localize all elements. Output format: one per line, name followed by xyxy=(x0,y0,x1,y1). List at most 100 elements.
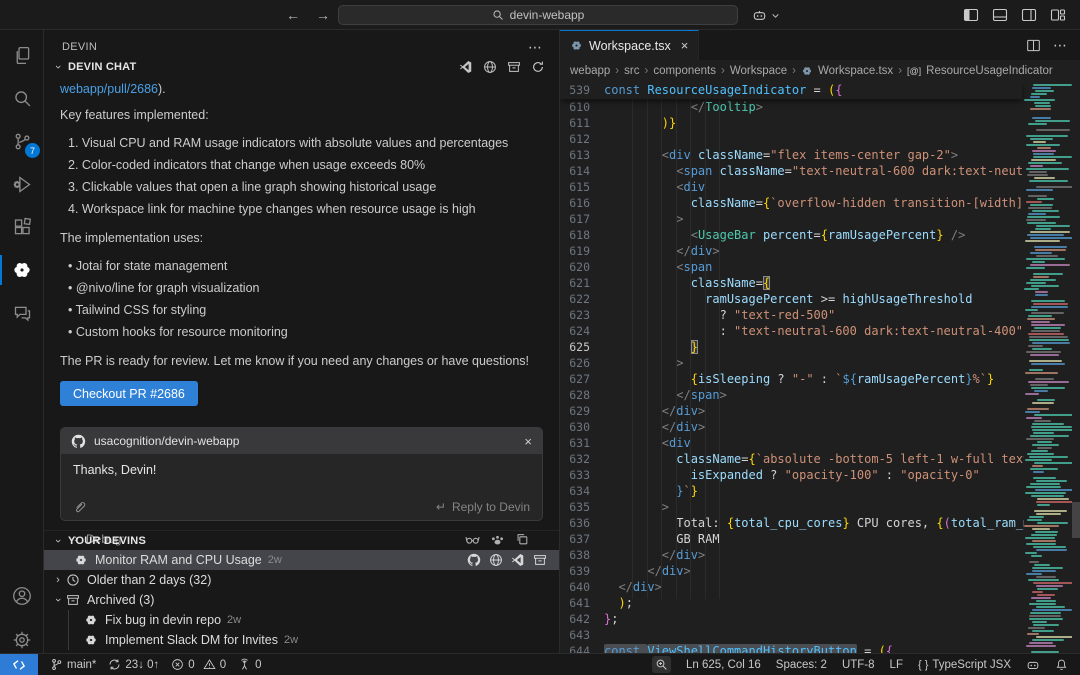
code-line[interactable]: 625 } xyxy=(560,339,1024,355)
code-line[interactable]: 643 xyxy=(560,627,1024,643)
code-line[interactable]: 619 </div> xyxy=(560,243,1024,259)
close-icon[interactable]: × xyxy=(524,434,532,449)
devin-session-row[interactable]: Monitor RAM and CPU Usage2w xyxy=(44,550,559,570)
code-area[interactable]: 539const ResourceUsageIndicator = ({ 610… xyxy=(560,82,1080,653)
tab-workspace-tsx[interactable]: Workspace.tsx × xyxy=(560,30,699,60)
code-line[interactable]: 623 ? "text-red-500" xyxy=(560,307,1024,323)
open-in-vscode-icon[interactable] xyxy=(459,60,473,74)
code-line[interactable]: 640 </div> xyxy=(560,579,1024,595)
breadcrumb[interactable]: webapp›src›components›Workspace›Workspac… xyxy=(560,60,1080,82)
breadcrumb-item[interactable]: Workspace.tsx xyxy=(818,65,893,77)
reply-to-devin-hint[interactable]: ↵ Reply to Devin xyxy=(436,500,530,514)
cursor-position[interactable]: Ln 625, Col 16 xyxy=(686,659,761,671)
copilot-status-icon[interactable] xyxy=(1026,658,1040,672)
eol[interactable]: LF xyxy=(890,659,903,671)
toggle-panel-icon[interactable] xyxy=(992,7,1008,23)
zoom-indicator[interactable] xyxy=(652,656,671,673)
devin-session-row[interactable]: Implement Slack DM for Invites2w xyxy=(44,630,559,650)
copilot-menu[interactable] xyxy=(752,0,780,30)
archive-icon[interactable] xyxy=(533,553,547,567)
indentation[interactable]: Spaces: 2 xyxy=(776,659,827,671)
branch-indicator[interactable]: main* xyxy=(50,658,96,671)
code-line[interactable]: 639 </div> xyxy=(560,563,1024,579)
globe-icon[interactable] xyxy=(489,553,503,567)
customize-layout-icon[interactable] xyxy=(1050,7,1066,23)
more-actions-icon[interactable]: ⋯ xyxy=(1053,37,1068,54)
minimap[interactable] xyxy=(1024,84,1072,653)
code-line[interactable]: 637 GB RAM xyxy=(560,531,1024,547)
refresh-icon[interactable] xyxy=(531,60,545,74)
code-line[interactable]: 631 <div xyxy=(560,435,1024,451)
code-line[interactable]: 624 : "text-neutral-600 dark:text-neutra… xyxy=(560,323,1024,339)
code-line[interactable]: 615 <div xyxy=(560,179,1024,195)
code-line[interactable]: 629 </div> xyxy=(560,403,1024,419)
ports-indicator[interactable]: 0 xyxy=(238,658,261,671)
code-line[interactable]: 638 </div> xyxy=(560,547,1024,563)
code-line[interactable]: 632 className={`absolute -bottom-5 left-… xyxy=(560,451,1024,467)
remote-indicator[interactable] xyxy=(0,654,38,675)
code-line[interactable]: 642}; xyxy=(560,611,1024,627)
code-line[interactable]: 626 > xyxy=(560,355,1024,371)
scrollbar-thumb[interactable] xyxy=(1072,502,1080,538)
code-line[interactable]: 644const ViewShellCommandHistoryButton =… xyxy=(560,643,1024,653)
devin-chat-section-header[interactable]: › DEVIN CHAT xyxy=(44,54,559,80)
attach-icon[interactable] xyxy=(73,500,87,514)
github-icon[interactable] xyxy=(467,553,481,567)
pr-link[interactable]: webapp/pull/2686 xyxy=(60,82,158,96)
devins-group-row[interactable]: ›Archived (3) xyxy=(44,590,559,610)
code-line[interactable]: 614 <span className="text-neutral-600 da… xyxy=(560,163,1024,179)
archive-icon[interactable] xyxy=(507,60,521,74)
more-actions-icon[interactable]: ⋯ xyxy=(528,39,543,56)
breadcrumb-item[interactable]: webapp xyxy=(570,65,610,77)
command-center-search[interactable]: devin-webapp xyxy=(338,5,738,25)
extensions-icon[interactable] xyxy=(0,206,44,248)
code-line[interactable]: 620 <span xyxy=(560,259,1024,275)
forward-button[interactable]: → xyxy=(316,7,330,23)
source-control-icon[interactable]: 7 xyxy=(0,120,44,162)
code-line[interactable]: 611 )} xyxy=(560,115,1024,131)
explorer-icon[interactable] xyxy=(0,34,44,76)
notifications-bell-icon[interactable] xyxy=(1055,658,1068,671)
close-icon[interactable]: × xyxy=(681,38,689,53)
accounts-icon[interactable] xyxy=(0,575,44,617)
code-line[interactable]: 539const ResourceUsageIndicator = ({ xyxy=(560,82,1022,98)
sync-indicator[interactable]: 23↓ 0↑ xyxy=(108,658,159,671)
code-line[interactable]: 613 <div className="flex items-center ga… xyxy=(560,147,1024,163)
search-sidebar-icon[interactable] xyxy=(0,77,44,119)
chat-icon[interactable] xyxy=(0,292,44,334)
code-line[interactable]: 635 > xyxy=(560,499,1024,515)
code-line[interactable]: 616 className={`overflow-hidden transiti… xyxy=(560,195,1024,211)
breadcrumb-item[interactable]: components xyxy=(653,65,716,77)
devins-group-row[interactable]: ›Older than 2 days (32) xyxy=(44,570,559,590)
breadcrumb-item[interactable]: src xyxy=(624,65,639,77)
toggle-primary-sidebar-icon[interactable] xyxy=(963,7,979,23)
code-line[interactable]: 627 {isSleeping ? "-" : `${ramUsagePerce… xyxy=(560,371,1024,387)
code-line[interactable]: 612 xyxy=(560,131,1024,147)
code-line[interactable]: 610 </Tooltip> xyxy=(560,99,1024,115)
code-line[interactable]: 641 ); xyxy=(560,595,1024,611)
problems-indicator[interactable]: 0 0 xyxy=(171,658,226,671)
back-button[interactable]: ← xyxy=(286,7,300,23)
code-line[interactable]: 622 ramUsagePercent >= highUsageThreshol… xyxy=(560,291,1024,307)
checkout-pr-button[interactable]: Checkout PR #2686 xyxy=(60,381,198,406)
code-line[interactable]: 634 }`} xyxy=(560,483,1024,499)
encoding[interactable]: UTF-8 xyxy=(842,659,875,671)
breadcrumb-item[interactable]: ResourceUsageIndicator xyxy=(926,65,1053,77)
devin-extension-icon[interactable] xyxy=(0,249,44,291)
open-in-vscode-icon[interactable] xyxy=(511,553,525,567)
split-editor-icon[interactable] xyxy=(1026,38,1041,53)
your-devins-header[interactable]: › YOUR DEVINS xyxy=(44,530,559,550)
toggle-secondary-sidebar-icon[interactable] xyxy=(1021,7,1037,23)
code-line[interactable]: 630 </div> xyxy=(560,419,1024,435)
sticky-scroll-line[interactable]: 539const ResourceUsageIndicator = ({ xyxy=(560,82,1022,99)
code-line[interactable]: 628 </span> xyxy=(560,387,1024,403)
code-line[interactable]: 636 Total: {total_cpu_cores} CPU cores, … xyxy=(560,515,1024,531)
breadcrumb-item[interactable]: Workspace xyxy=(730,65,787,77)
language-mode[interactable]: { } TypeScript JSX xyxy=(918,659,1011,671)
code-line[interactable]: 633 isExpanded ? "opacity-100" : "opacit… xyxy=(560,467,1024,483)
devin-session-row[interactable]: Fix bug in devin repo2w xyxy=(44,610,559,630)
run-debug-icon[interactable] xyxy=(0,163,44,205)
globe-icon[interactable] xyxy=(483,60,497,74)
code-line[interactable]: 618 <UsageBar percent={ramUsagePercent} … xyxy=(560,227,1024,243)
code-line[interactable]: 617 > xyxy=(560,211,1024,227)
